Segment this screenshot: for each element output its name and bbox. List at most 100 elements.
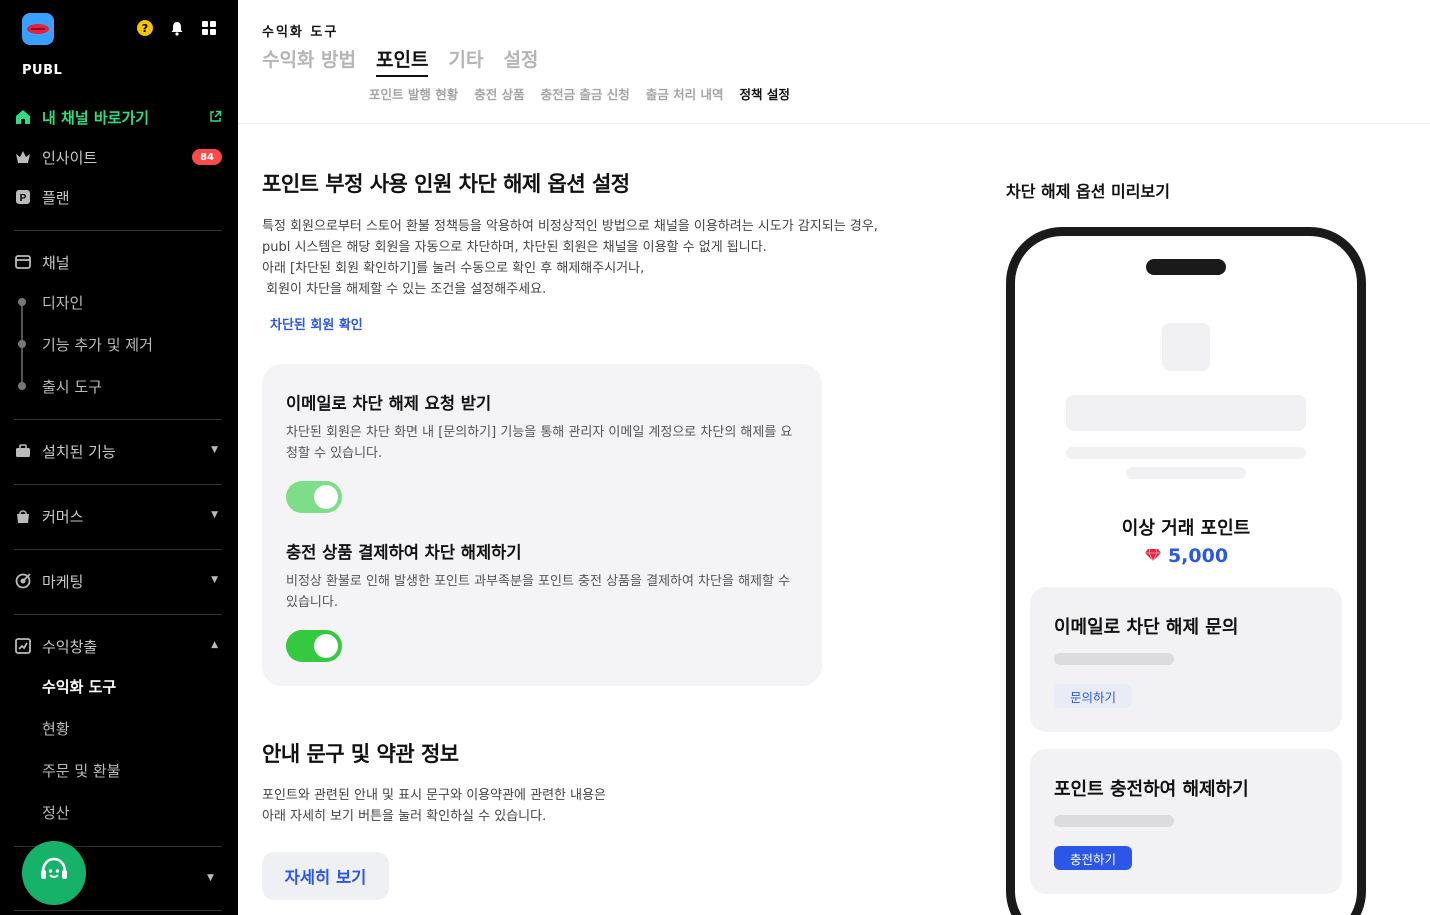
shopping-bag-icon xyxy=(14,507,32,525)
option-charge-toggle[interactable] xyxy=(286,630,342,662)
image-placeholder xyxy=(1162,323,1210,371)
tab-settings[interactable]: 설정 xyxy=(503,45,538,77)
page-header: 수익화 도구 수익화 방법 포인트 기타 설정 포인트 발행 현황 충전 상품 … xyxy=(238,0,1430,124)
apps-grid-icon[interactable] xyxy=(201,20,217,36)
abnormal-points-label: 이상 거래 포인트 xyxy=(1121,518,1251,539)
tab-points[interactable]: 포인트 xyxy=(376,45,429,77)
ruby-icon xyxy=(1144,545,1162,567)
chevron-down-icon[interactable]: ▼ xyxy=(211,510,218,520)
nav-settlement[interactable]: 정산 xyxy=(42,802,70,823)
help-icon[interactable]: ? xyxy=(137,20,153,36)
sidebar-divider xyxy=(14,230,222,231)
inquiry-button[interactable]: 문의하기 xyxy=(1054,684,1133,708)
policy-description: 특정 회원으로부터 스토어 환불 정책등을 악용하여 비정상적인 방법으로 채널… xyxy=(262,216,878,300)
briefcase-icon xyxy=(14,442,32,460)
unblock-options-card: 이메일로 차단 해제 요청 받기 차단된 회원은 차단 화면 내 [문의하기] … xyxy=(262,364,822,686)
home-icon xyxy=(14,108,32,126)
phone-preview: 이상 거래 포인트 5,000 이메일로 차단 해제 문의 문의하기 포인트 충… xyxy=(1006,227,1366,915)
placeholder-bar xyxy=(1066,447,1306,459)
sidebar-divider xyxy=(14,910,222,911)
nav-insight-label: 인사이트 xyxy=(42,148,98,167)
charge-button[interactable]: 충전하기 xyxy=(1054,846,1133,870)
insight-count-badge: 84 xyxy=(192,149,222,165)
subtab-policy-settings[interactable]: 정책 설정 xyxy=(740,84,790,103)
nav-insight[interactable]: 인사이트 84 xyxy=(14,144,224,170)
placeholder-bar xyxy=(1066,395,1306,431)
nav-commerce[interactable]: 커머스 ▼ xyxy=(14,503,224,529)
option-email-title: 이메일로 차단 해제 요청 받기 xyxy=(286,394,492,413)
nav-monetization-tools[interactable]: 수익화 도구 xyxy=(42,676,116,697)
option-email-toggle[interactable] xyxy=(286,481,342,513)
nav-monetization[interactable]: 수익창출 ▲ xyxy=(14,633,224,659)
nav-channel-label: 채널 xyxy=(42,253,70,272)
terms-line: 아래 자세히 보기 버튼을 눌러 확인하실 수 있습니다. xyxy=(262,809,547,824)
sub-tabs: 포인트 발행 현황 충전 상품 충전금 출금 신청 출금 처리 내역 정책 설정 xyxy=(369,84,790,103)
nav-my-channel[interactable]: 내 채널 바로가기 xyxy=(14,104,224,130)
top-icons: ? xyxy=(137,20,217,36)
abnormal-points-value: 5,000 xyxy=(1015,545,1357,567)
nav-commerce-label: 커머스 xyxy=(42,507,84,526)
sidebar-divider xyxy=(14,614,222,615)
nav-installed[interactable]: 설치된 기능 ▼ xyxy=(14,438,224,464)
placeholder-bar xyxy=(1126,467,1246,479)
subtab-withdraw-request[interactable]: 충전금 출금 신청 xyxy=(541,84,630,103)
preview-email-card: 이메일로 차단 해제 문의 문의하기 xyxy=(1030,587,1342,732)
chevron-down-icon[interactable]: ▼ xyxy=(211,575,218,585)
svg-text:P: P xyxy=(20,193,27,204)
headset-icon xyxy=(37,854,71,892)
channel-icon xyxy=(14,253,32,271)
description-line: publ 시스템은 해당 회원을 자동으로 차단하며, 차단된 회원은 채널을 … xyxy=(262,240,767,255)
sidebar-divider xyxy=(14,419,222,420)
nav-channel[interactable]: 채널 xyxy=(14,249,224,275)
nav-my-channel-label: 내 채널 바로가기 xyxy=(42,108,150,127)
blocked-members-link[interactable]: 차단된 회원 확인 xyxy=(270,314,363,333)
nav-marketing[interactable]: 마케팅 ▼ xyxy=(14,568,224,594)
terms-description: 포인트와 관련된 안내 및 표시 문구와 이용약관에 관련한 내용은 아래 자세… xyxy=(262,785,606,827)
support-chat-button[interactable] xyxy=(22,841,86,905)
subtab-charge-products[interactable]: 충전 상품 xyxy=(474,84,524,103)
sidebar-divider xyxy=(14,484,222,485)
nav-features[interactable]: 기능 추가 및 제거 xyxy=(42,334,153,355)
placeholder-bar xyxy=(1054,815,1174,827)
crown-icon xyxy=(14,148,32,166)
preview-charge-card: 포인트 충전하여 해제하기 충전하기 xyxy=(1030,749,1342,894)
external-link-icon[interactable] xyxy=(209,109,222,127)
tree-dot xyxy=(18,340,26,348)
page-title: 포인트 부정 사용 인원 차단 해제 옵션 설정 xyxy=(262,172,630,196)
option-charge-description: 비정상 환불로 인해 발생한 포인트 과부족분을 포인트 충전 상품을 결제하여… xyxy=(286,574,791,610)
sidebar-divider xyxy=(14,549,222,550)
tree-dot xyxy=(18,382,26,390)
terms-line: 포인트와 관련된 안내 및 표시 문구와 이용약관에 관련한 내용은 xyxy=(262,788,607,803)
brand-name: PUBL xyxy=(22,63,63,78)
option-email-description: 차단된 회원은 차단 화면 내 [문의하기] 기능을 통해 관리자 이메일 계정… xyxy=(286,425,793,461)
nav-monetization-status[interactable]: 현황 xyxy=(42,718,70,739)
points-amount: 5,000 xyxy=(1167,545,1229,567)
chevron-down-icon[interactable]: ▼ xyxy=(211,445,218,455)
nav-release[interactable]: 출시 도구 xyxy=(42,376,102,397)
target-icon xyxy=(14,572,32,590)
chevron-down-icon[interactable]: ▼ xyxy=(207,873,232,883)
publ-logo[interactable] xyxy=(22,13,54,45)
tab-monetization-methods[interactable]: 수익화 방법 xyxy=(262,45,356,77)
nav-plan[interactable]: P 플랜 xyxy=(14,184,224,210)
option-charge-title: 충전 상품 결제하여 차단 해제하기 xyxy=(286,543,522,562)
nav-plan-label: 플랜 xyxy=(42,188,70,207)
tab-etc[interactable]: 기타 xyxy=(448,45,483,77)
plan-icon: P xyxy=(14,188,32,206)
chevron-up-icon[interactable]: ▲ xyxy=(211,640,218,650)
terms-title: 안내 문구 및 약관 정보 xyxy=(262,742,459,766)
nav-orders-refunds[interactable]: 주문 및 환불 xyxy=(42,760,121,781)
bell-icon[interactable] xyxy=(169,20,185,36)
description-line: 회원이 차단을 해제할 수 있는 조건을 설정해주세요. xyxy=(262,282,547,297)
subtab-withdraw-history[interactable]: 출금 처리 내역 xyxy=(646,84,724,103)
tree-dot xyxy=(18,298,26,306)
preview-title: 차단 해제 옵션 미리보기 xyxy=(1006,182,1170,201)
nav-monetization-label: 수익창출 xyxy=(42,637,98,656)
sidebar: PUBL ? 내 채널 바로가기 인사이트 84 P 플랜 채널 디자인 기능 … xyxy=(0,0,238,915)
placeholder-bar xyxy=(1054,653,1174,665)
view-details-button[interactable]: 자세히 보기 xyxy=(262,852,389,900)
nav-design[interactable]: 디자인 xyxy=(42,292,83,313)
description-line: 특정 회원으로부터 스토어 환불 정책등을 악용하여 비정상적인 방법으로 채널… xyxy=(262,219,878,234)
subtab-point-issuance[interactable]: 포인트 발행 현황 xyxy=(369,84,458,103)
phone-notch xyxy=(1146,259,1226,275)
